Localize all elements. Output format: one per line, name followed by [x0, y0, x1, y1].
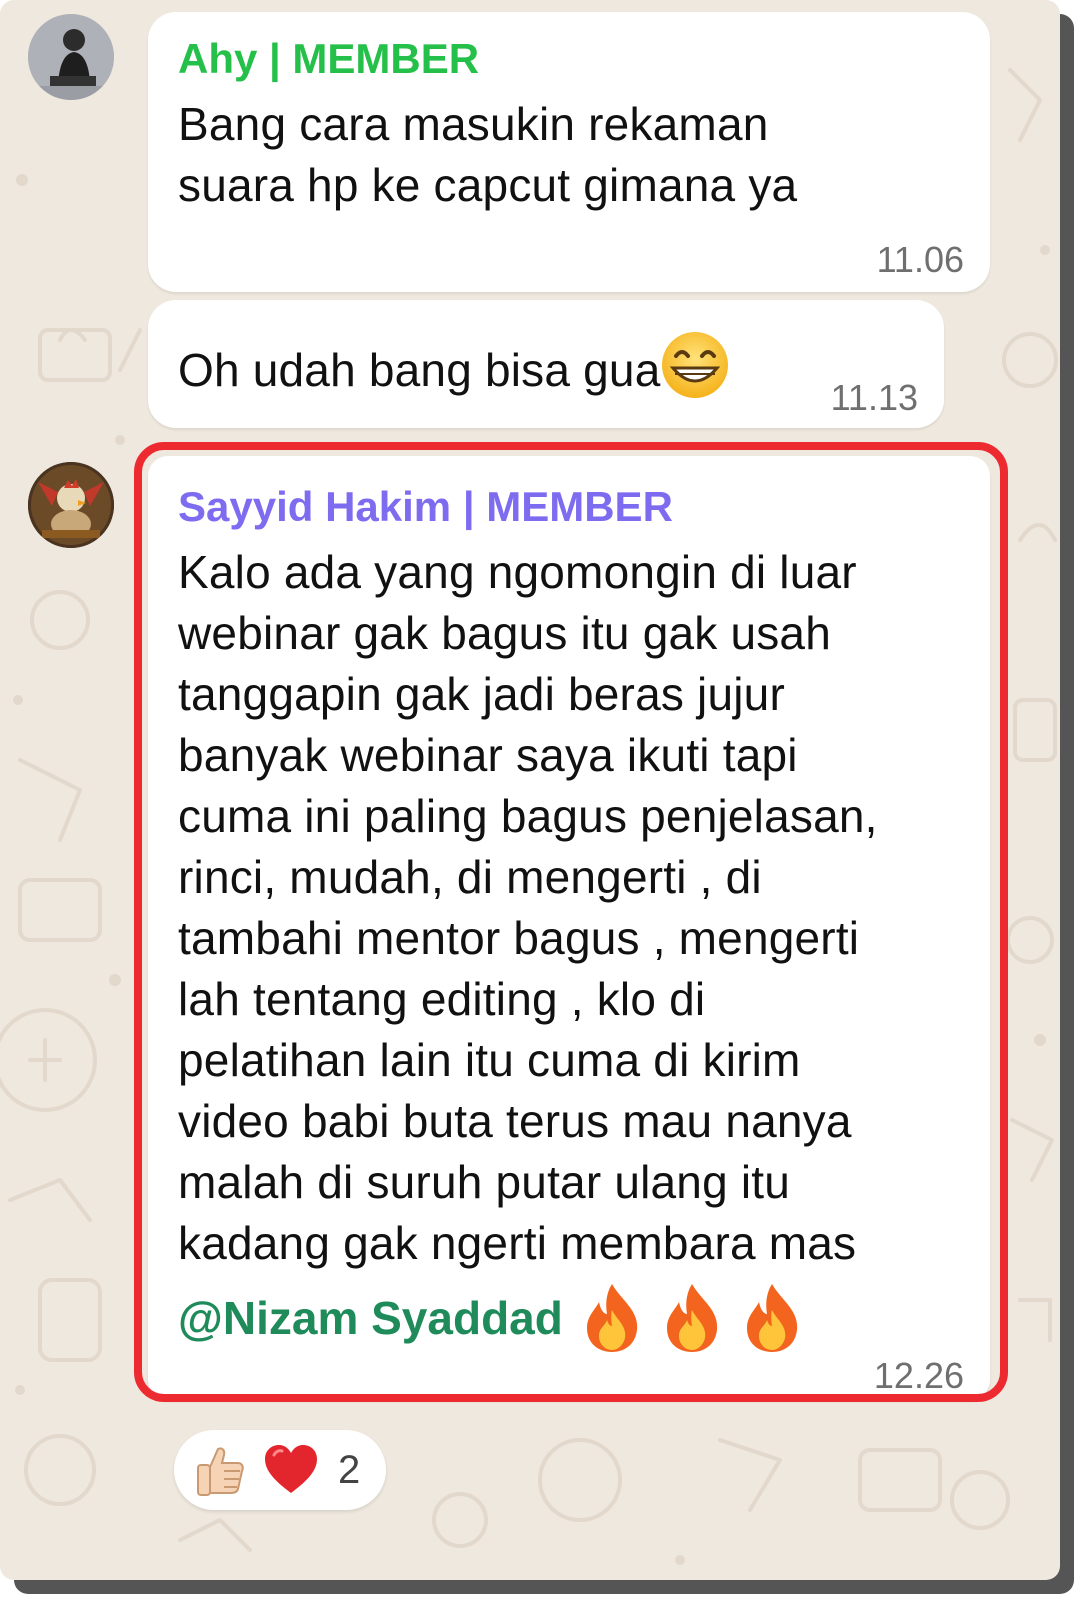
message-bubble[interactable]: Ahy | MEMBER Bang cara masukin rekaman s… [148, 12, 990, 292]
message-time: 12.26 [873, 1355, 964, 1396]
thumbs-up-icon [197, 1447, 244, 1496]
red-heart-icon [265, 1445, 317, 1493]
message-bubble[interactable]: Oh udah bang bisa gua 11.13 [148, 300, 944, 428]
fire-emoji-icon [666, 1284, 718, 1352]
sender-name[interactable]: Ahy | MEMBER [178, 34, 479, 84]
message-text: Kalo ada yang ngomongin di luar webinar … [178, 546, 878, 1269]
message-text: Oh udah bang bisa gua [178, 344, 661, 396]
avatar[interactable] [28, 14, 114, 100]
reaction-count: 2 [338, 1447, 361, 1492]
mention-line: @Nizam Syaddad [178, 1278, 803, 1358]
chicken-avatar-icon [28, 462, 114, 548]
chat-screenshot-frame: Ahy | MEMBER Bang cara masukin rekaman s… [0, 0, 1060, 1580]
fire-emoji-icon [586, 1284, 638, 1352]
reactions-pill[interactable]: 2 [174, 1430, 386, 1510]
avatar[interactable] [28, 462, 114, 548]
mention-link[interactable]: @Nizam Syaddad [178, 1288, 563, 1348]
message-bubble[interactable]: Sayyid Hakim | MEMBER Kalo ada yang ngom… [148, 456, 990, 1400]
message-text-line: Oh udah bang bisa gua [178, 330, 730, 401]
fire-emoji-icon [746, 1284, 798, 1352]
message-time: 11.13 [830, 377, 918, 418]
message-time: 11.06 [876, 239, 964, 280]
message-text: Bang cara masukin rekaman suara hp ke ca… [178, 98, 798, 211]
person-avatar-icon [28, 14, 114, 100]
grinning-face-emoji-icon [662, 332, 729, 398]
sender-name[interactable]: Sayyid Hakim | MEMBER [178, 482, 673, 532]
